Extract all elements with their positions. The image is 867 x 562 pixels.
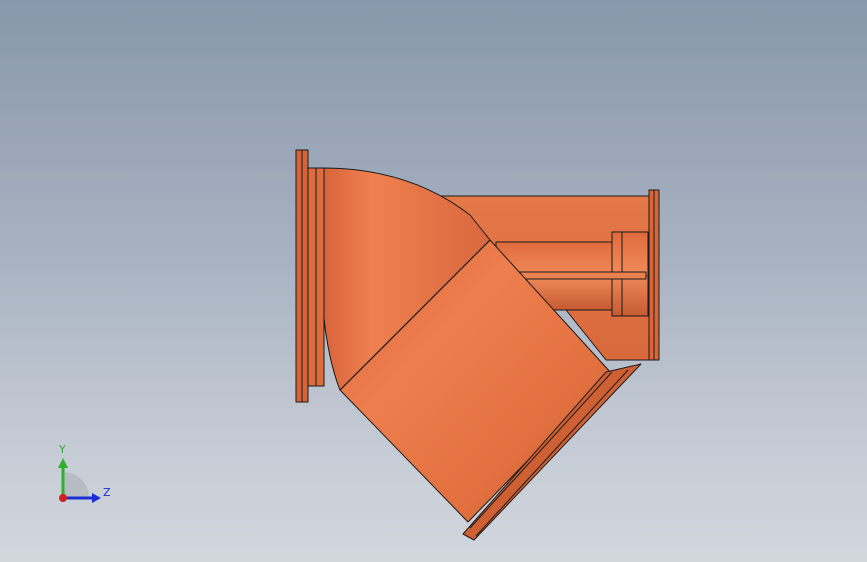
graphics-viewport[interactable]: Y Z [0,0,867,562]
model-view[interactable] [0,0,867,562]
